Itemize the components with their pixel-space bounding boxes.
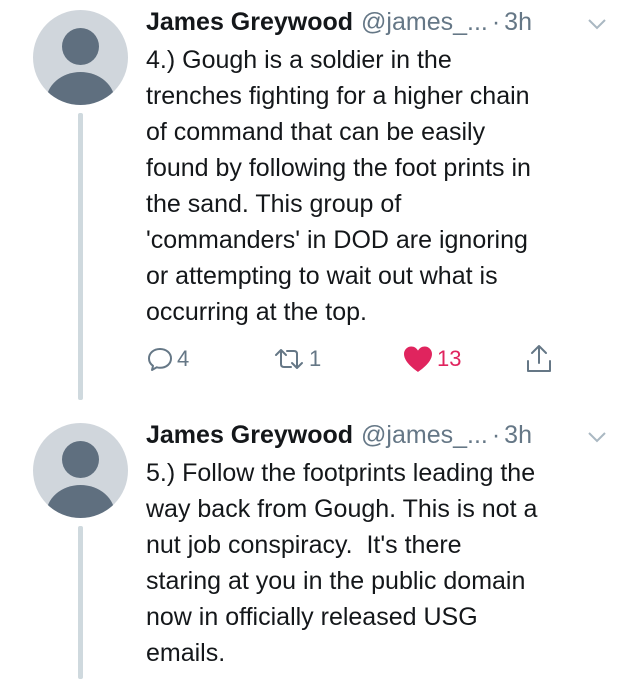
tweet-header: James Greywood @james_... · 3h (146, 5, 532, 39)
separator-dot: · (491, 7, 501, 36)
timestamp[interactable]: 3h (504, 8, 532, 37)
tweet[interactable]: James Greywood @james_... · 3h 5.) Follo… (0, 400, 640, 679)
author-handle[interactable]: @james_... (361, 8, 488, 37)
author-name[interactable]: James Greywood (146, 421, 353, 450)
chevron-down-icon[interactable] (585, 12, 609, 36)
tweet-text: 4.) Gough is a soldier in the trenches f… (146, 46, 531, 326)
avatar-body-shape (46, 485, 115, 518)
author-handle[interactable]: @james_... (361, 421, 488, 450)
separator-dot: · (491, 420, 501, 449)
avatar-body-shape (46, 72, 115, 105)
reply-count: 4 (177, 346, 190, 371)
author-name[interactable]: James Greywood (146, 8, 353, 37)
like-count: 13 (437, 346, 462, 371)
chevron-down-icon[interactable] (585, 425, 609, 449)
retweet-count: 1 (309, 346, 322, 371)
tweet[interactable]: James Greywood @james_... · 3h 4.) Gough… (0, 0, 640, 400)
tweet-header: James Greywood @james_... · 3h (146, 418, 532, 452)
tweet-text: 5.) Follow the footprints leading the wa… (146, 459, 538, 667)
like-button[interactable]: 13 (402, 342, 461, 376)
heart-icon (404, 346, 432, 372)
thread-line (78, 526, 83, 679)
share-button[interactable] (524, 342, 554, 376)
tweet-actions: 4 1 13 (146, 342, 586, 376)
thread-line (78, 113, 83, 400)
reply-button[interactable]: 4 (146, 342, 189, 376)
avatar-head-shape (62, 441, 99, 478)
retweet-icon (275, 349, 303, 369)
reply-icon (148, 348, 172, 371)
retweet-button[interactable]: 1 (272, 342, 321, 376)
timestamp[interactable]: 3h (504, 421, 532, 450)
avatar-head-shape (62, 28, 99, 65)
avatar[interactable] (33, 423, 128, 518)
share-icon (527, 345, 551, 372)
avatar[interactable] (33, 10, 128, 105)
